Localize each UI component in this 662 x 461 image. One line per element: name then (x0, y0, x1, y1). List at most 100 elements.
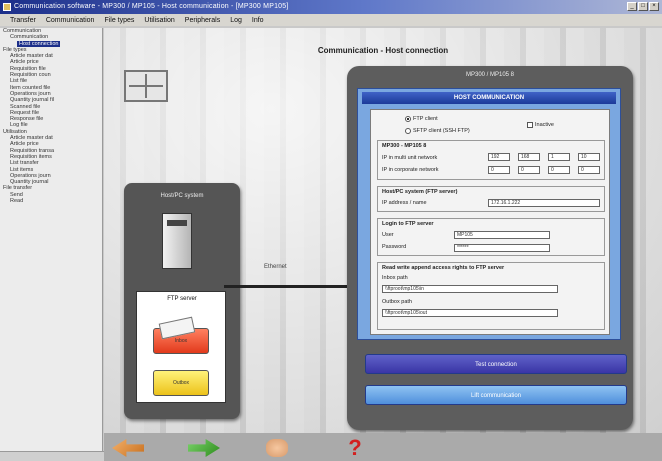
window-titlebar: Communication software - MP300 / MP105 -… (0, 0, 662, 14)
close-icon[interactable]: × (649, 2, 659, 11)
outbox-path-label: Outbox path (382, 299, 412, 305)
inbox-path-label: Inbox path (382, 275, 408, 281)
tree-node-label: Requisition transa (10, 147, 55, 154)
inbox-folder-label: Inbox (174, 338, 188, 344)
app-icon (3, 3, 11, 11)
menu-info[interactable]: Info (252, 17, 264, 24)
network-link (224, 285, 349, 288)
bottom-toolbar (104, 433, 662, 461)
tree-node-label: Response file (10, 116, 44, 123)
forward-arrow-icon[interactable] (188, 439, 220, 457)
outbox-folder-label: Outbox (172, 380, 190, 386)
menu-transfer[interactable]: Transfer (10, 17, 36, 24)
hand-icon[interactable] (266, 439, 288, 457)
main-area: Communication - Host connection Host/PC … (104, 28, 662, 433)
maximize-icon[interactable]: □ (638, 2, 648, 11)
tree-node[interactable]: Read (0, 198, 102, 204)
navigation-tree: Communication Communication Host connectio… (0, 28, 103, 461)
ftp-client-label: FTP client (413, 116, 438, 122)
radio-icon (405, 128, 411, 134)
tree-node-label: Quantity journal (10, 179, 49, 186)
tree-node-label: Requisition items (10, 153, 52, 160)
minimize-icon[interactable]: _ (627, 2, 637, 11)
tree-node-label: Operations journ (10, 172, 51, 179)
corporate-ip-octet-2[interactable]: 0 (518, 166, 540, 174)
tree-node-label: Article master dat (10, 53, 53, 60)
terminal-ip-group-label: MP300 - MP105 8 (382, 143, 427, 149)
back-arrow-icon[interactable] (112, 439, 144, 457)
ftp-paths-group-label: Read write append access rights to FTP s… (382, 265, 505, 271)
multi-unit-ip-octet-3[interactable]: 1 (548, 153, 570, 161)
help-icon[interactable] (344, 439, 366, 457)
tree-node-label: Operations journ (10, 90, 51, 97)
outbox-path-field[interactable]: \\ftproot\mp105\out (382, 309, 558, 317)
tree-node-label: Article price (10, 141, 39, 148)
radio-selected-icon (405, 116, 411, 122)
multi-unit-ip-label: IP in multi unit network (382, 155, 438, 161)
tree-node-label: Article price (10, 59, 39, 66)
tree-node-label: Send (10, 191, 23, 198)
ftp-address-field[interactable]: 172.16.1.222 (488, 199, 600, 207)
terminal-panel-title: MP300 / MP105 8 (465, 72, 515, 78)
multi-unit-ip-octet-1[interactable]: 192 (488, 153, 510, 161)
menu-communication[interactable]: Communication (46, 17, 95, 24)
terminal-ip-group: MP300 - MP105 8 IP in multi unit network… (377, 140, 605, 180)
corporate-ip-octet-1[interactable]: 0 (488, 166, 510, 174)
host-communication-header: HOST COMMUNICATION (362, 92, 616, 104)
corporate-ip-octet-3[interactable]: 0 (548, 166, 570, 174)
page-title: Communication - Host connection (317, 46, 449, 55)
menu-utilisation[interactable]: Utilisation (144, 17, 174, 24)
sftp-client-label: SFTP client (SSH FTP) (413, 128, 470, 134)
terminal-panel: MP300 / MP105 8 HOST COMMUNICATION FTP c… (347, 66, 633, 430)
menu-peripherals[interactable]: Peripherals (185, 17, 220, 24)
tree-node-label: List transfer (10, 160, 39, 167)
corporate-ip-octet-4[interactable]: 0 (578, 166, 600, 174)
tree-node-label: File transfer (3, 185, 33, 192)
password-field[interactable]: ****** (454, 244, 550, 252)
ftp-server-group-label: Host/PC system (FTP server) (382, 189, 458, 195)
ftp-server-box: FTP server Inbox Outbox (136, 291, 226, 403)
ftp-server-group: Host/PC system (FTP server) IP address /… (377, 186, 605, 212)
tree-node-label: Communication (10, 34, 49, 41)
menu-log[interactable]: Log (230, 17, 242, 24)
inbox-path-field[interactable]: \\ftproot\mp105\in (382, 285, 558, 293)
host-communication-box: HOST COMMUNICATION FTP client SFTP clien… (357, 88, 621, 340)
menu-file-types[interactable]: File types (104, 17, 134, 24)
tree-node-label: Scanned file (10, 103, 41, 110)
ftp-address-label: IP address / name (382, 200, 427, 206)
lift-communication-button[interactable]: Lift communication (365, 385, 627, 405)
tree-node-label: Quantity journal fil (10, 97, 55, 104)
user-field[interactable]: MP105 (454, 231, 550, 239)
tree-node-label: File types (3, 46, 27, 53)
tree-node-label: Article master dat (10, 135, 53, 142)
ftp-login-group-label: Login to FTP server (382, 221, 434, 227)
tree-node-label: List file (10, 78, 28, 85)
multi-unit-ip-octet-2[interactable]: 168 (518, 153, 540, 161)
corporate-ip-label: IP in corporate network (382, 167, 439, 173)
checkbox-icon (527, 122, 533, 128)
network-link-label: Ethernet (264, 264, 287, 270)
inbox-folder-icon: Inbox (153, 328, 209, 354)
inactive-checkbox[interactable]: Inactive (527, 122, 554, 128)
server-icon (162, 213, 192, 269)
ftp-paths-group: Read write append access rights to FTP s… (377, 262, 605, 330)
tree-node-label: Utilisation (3, 128, 27, 135)
multi-unit-ip-octet-4[interactable]: 10 (578, 153, 600, 161)
tree-node-label: List items (10, 166, 34, 173)
protocol-icon (124, 70, 168, 102)
host-panel-title: Host/PC system (160, 193, 204, 199)
window-title: Communication software - MP300 / MP105 -… (14, 3, 289, 10)
tree-node-label: Item counted file (10, 84, 51, 91)
host-system-panel: Host/PC system FTP server Inbox Outbox (124, 183, 240, 419)
user-label: User (382, 232, 394, 238)
test-connection-button[interactable]: Test connection (365, 354, 627, 374)
menu-bar: Transfer Communication File types Utilis… (0, 14, 662, 26)
tree-node-list: Communication Communication Host connectio… (0, 28, 102, 204)
inactive-label: Inactive (535, 122, 554, 128)
ftp-client-radio[interactable]: FTP client (405, 116, 438, 122)
password-label: Password (382, 244, 407, 250)
tree-node-label: Log file (10, 122, 28, 129)
tree-node-label: Requisition file (10, 65, 46, 72)
sftp-client-radio[interactable]: SFTP client (SSH FTP) (405, 128, 470, 134)
ftp-server-label: FTP server (167, 296, 197, 302)
